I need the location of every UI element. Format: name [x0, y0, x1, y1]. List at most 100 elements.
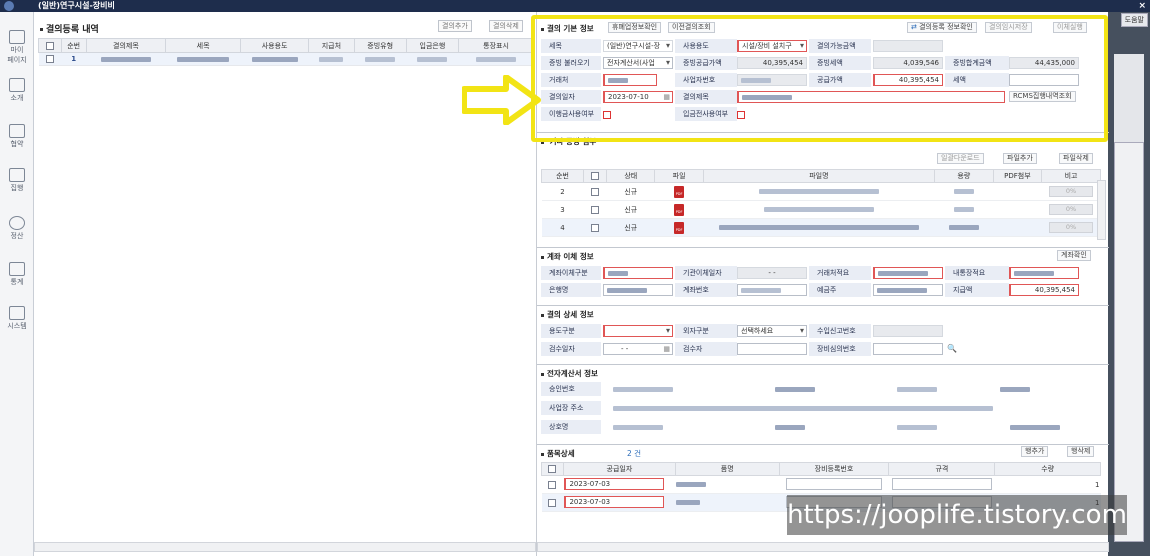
- bank-field[interactable]: [603, 284, 673, 296]
- vertical-scrollbar[interactable]: [1097, 180, 1106, 240]
- add-resolution-button[interactable]: 결의추가: [438, 20, 472, 32]
- table-row[interactable]: 2 신규 0%: [541, 182, 1101, 201]
- table-row[interactable]: 2023-07-03 1: [541, 475, 1101, 494]
- left-nav: 마이 페이지 소개 협약 집행 정산 통계 시스템: [0, 12, 34, 556]
- temp-save-button[interactable]: 결의임시저장: [985, 22, 1032, 33]
- row-state: 신규: [606, 200, 655, 219]
- label-available-amount: 결의가능금액: [809, 39, 871, 54]
- masked-text: [878, 270, 928, 276]
- supply-date-field[interactable]: 2023-07-03: [564, 477, 665, 490]
- table-row[interactable]: 3 신규 0%: [541, 200, 1101, 219]
- horizontal-scrollbar[interactable]: [34, 542, 536, 552]
- spec-field[interactable]: [891, 477, 992, 490]
- attach-title[interactable]: 기타 증빙 첨부 ^: [541, 136, 606, 147]
- label-inspector: 검수자: [675, 342, 737, 357]
- col-header: 공급일자: [562, 462, 676, 476]
- transfer-kind-field[interactable]: [603, 267, 673, 279]
- address-value: [607, 401, 1103, 416]
- section-divider: [537, 364, 1109, 365]
- resolution-table: 순번 결의제목 세목 사용용도 지급처 증빙유형 입금은행 통장표시 1: [38, 38, 534, 66]
- label-load-evidence: 증빙 불러오기: [541, 56, 601, 71]
- horizontal-scrollbar[interactable]: [537, 542, 1109, 552]
- row-checkbox[interactable]: [548, 498, 557, 507]
- business-status-check-button[interactable]: 휴폐업정보확인: [608, 22, 662, 33]
- col-header: 품명: [674, 462, 780, 476]
- equip-no-field[interactable]: [873, 343, 943, 355]
- label-import-no: 수입신고번호: [809, 324, 871, 339]
- pdf-file-icon[interactable]: [674, 203, 685, 216]
- pdf-file-icon[interactable]: [674, 221, 685, 234]
- nav-execute[interactable]: 집행: [0, 168, 34, 193]
- input-use-checkbox[interactable]: [737, 111, 745, 119]
- account-field[interactable]: [737, 284, 807, 296]
- masked-text: [775, 386, 816, 392]
- search-icon[interactable]: 🔍: [947, 344, 957, 353]
- masked-text: [607, 287, 647, 293]
- row-number: 3: [541, 200, 584, 219]
- add-file-button[interactable]: 파일추가: [1003, 153, 1037, 164]
- execute-transfer-button[interactable]: 이체실행: [1053, 22, 1087, 33]
- delete-row-button[interactable]: 행삭제: [1067, 446, 1095, 457]
- pay-amount-field[interactable]: 40,395,454: [1009, 284, 1079, 296]
- nav-label: 집행: [10, 184, 24, 192]
- select-all-checkbox[interactable]: [548, 465, 557, 473]
- select-all-checkbox[interactable]: [591, 172, 600, 180]
- tax-field[interactable]: [1009, 74, 1079, 86]
- supply-amount-field[interactable]: 40,395,454: [873, 74, 943, 86]
- help-button[interactable]: 도움말: [1120, 13, 1148, 27]
- foreign-select[interactable]: 선택하세요: [737, 325, 807, 337]
- masked-text: [476, 56, 516, 62]
- nav-system[interactable]: 시스템: [0, 306, 34, 331]
- nav-agreement[interactable]: 협약: [0, 124, 34, 149]
- semok-select[interactable]: (일반)연구시설-장: [603, 40, 673, 52]
- previous-resolution-button[interactable]: 이전결의조회: [668, 22, 715, 33]
- resolution-date-field[interactable]: 2023-07-10 ▦: [603, 91, 673, 103]
- delete-file-button[interactable]: 파일삭제: [1059, 153, 1093, 164]
- nav-settle[interactable]: 정산: [0, 216, 34, 241]
- close-icon[interactable]: ×: [1138, 0, 1146, 12]
- supply-date-field[interactable]: 2023-07-03: [564, 495, 665, 508]
- vendor-memo-field[interactable]: [873, 267, 943, 279]
- col-header: 규격: [888, 462, 996, 476]
- row-checkbox[interactable]: [591, 205, 600, 214]
- nav-intro[interactable]: 소개: [0, 78, 34, 103]
- register-check-button[interactable]: ⇄ 결의등록 정보확인: [907, 22, 977, 33]
- calendar-icon[interactable]: ▦: [663, 92, 670, 102]
- qty-value[interactable]: 1: [994, 475, 1101, 494]
- vendor-field[interactable]: [603, 74, 657, 86]
- use-kind-select[interactable]: [603, 325, 673, 337]
- row-number: 1: [61, 52, 87, 66]
- nav-mypage[interactable]: 마이 페이지: [0, 30, 34, 65]
- calendar-icon[interactable]: ▦: [663, 344, 670, 354]
- evidence-select[interactable]: 전자계산서(사업: [603, 57, 673, 69]
- inner-memo-field[interactable]: [1009, 267, 1079, 279]
- table-row[interactable]: 1: [38, 52, 534, 66]
- row-checkbox[interactable]: [591, 187, 600, 196]
- date-value: 2023-07-03: [569, 497, 611, 506]
- add-row-button[interactable]: 행추가: [1021, 446, 1049, 457]
- label-inner-memo: 내통장적요: [945, 266, 1009, 281]
- bulk-download-button[interactable]: 일괄다운로드: [937, 153, 984, 164]
- table-row[interactable]: 4 신규 0%: [541, 218, 1101, 237]
- col-header: 사용용도: [240, 38, 310, 53]
- rcms-history-button[interactable]: RCMS집행내역조회: [1009, 91, 1076, 102]
- chevron-up-icon[interactable]: ^: [599, 137, 605, 146]
- inspector-field[interactable]: [737, 343, 807, 355]
- transfer-use-checkbox[interactable]: [603, 111, 611, 119]
- row-checkbox[interactable]: [548, 480, 557, 489]
- use-select[interactable]: 시설/장비 설치구: [737, 40, 807, 52]
- import-no-field: [873, 325, 943, 337]
- select-all-checkbox[interactable]: [45, 41, 54, 50]
- org-date-field: - -: [737, 267, 807, 279]
- pdf-file-icon[interactable]: [674, 185, 685, 198]
- nav-stats[interactable]: 통계: [0, 262, 34, 287]
- delete-resolution-button[interactable]: 결의삭제: [489, 20, 523, 32]
- subject-field[interactable]: [737, 91, 1005, 103]
- inspect-date-field[interactable]: - - ▦: [603, 343, 673, 355]
- label-use-kind: 용도구분: [541, 324, 601, 339]
- section-divider: [537, 247, 1109, 248]
- row-checkbox[interactable]: [45, 55, 54, 63]
- account-check-button[interactable]: 계좌확인: [1057, 250, 1091, 261]
- equip-reg-field[interactable]: [785, 477, 882, 490]
- row-checkbox[interactable]: [591, 223, 600, 232]
